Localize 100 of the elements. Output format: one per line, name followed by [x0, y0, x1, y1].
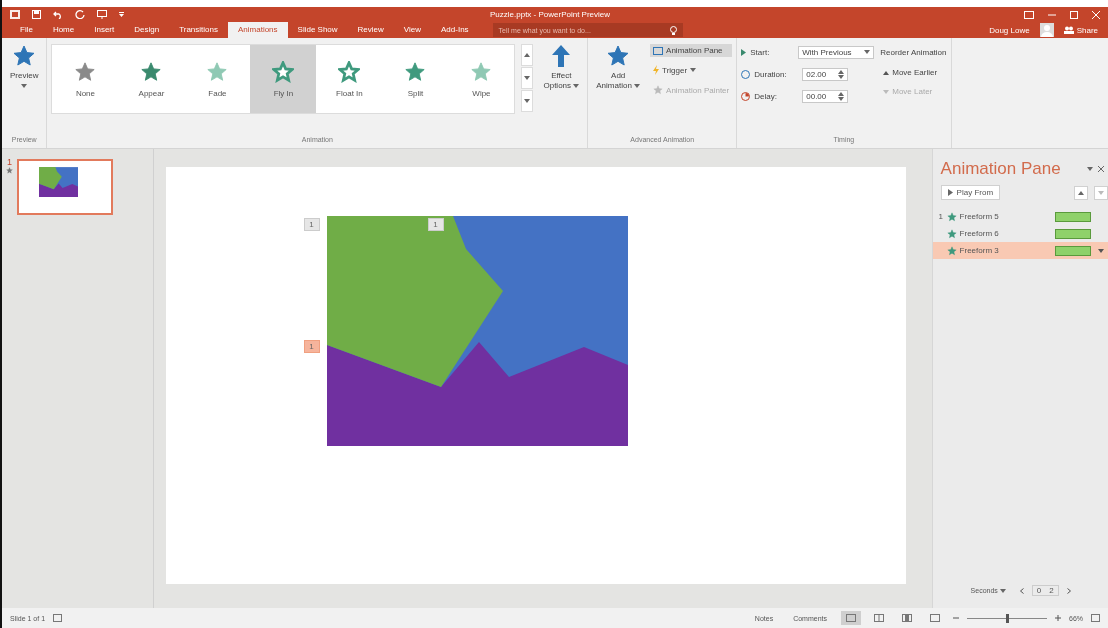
app-logo-icon[interactable] [10, 10, 20, 19]
animation-tag[interactable]: 1 [303, 340, 320, 353]
ribbon-tab[interactable]: Home [42, 22, 85, 38]
customize-icon[interactable] [119, 12, 124, 17]
trigger-button[interactable]: Trigger [650, 63, 733, 77]
reorder-label: Reorder Animation [880, 46, 947, 59]
delay-label: Delay: [754, 91, 778, 101]
view-icon [902, 614, 912, 622]
animation-option[interactable]: Fly In [250, 45, 317, 113]
more-button[interactable] [521, 90, 534, 112]
animation-option[interactable]: None [52, 45, 119, 113]
duration-label: Duration: [754, 69, 788, 79]
puzzle-thumbnail-drawing [39, 167, 78, 197]
star-icon [272, 60, 295, 83]
spellcheck-icon[interactable] [53, 614, 63, 622]
animation-tag[interactable]: 1 [303, 218, 320, 231]
caret-icon [1087, 167, 1093, 171]
ribbon-tab[interactable]: View [393, 22, 432, 38]
caret-icon [864, 50, 871, 54]
view-icon [930, 614, 940, 622]
view-icon [846, 614, 856, 622]
effect-options-button[interactable]: Effect Options [539, 40, 584, 95]
star-icon [946, 211, 957, 222]
ribbon-tab[interactable]: Review [347, 22, 394, 38]
caret-icon [1078, 190, 1084, 195]
caret-icon [999, 589, 1006, 593]
order-number: 1 [938, 212, 944, 221]
caret-icon [634, 83, 641, 88]
view-icon [874, 614, 884, 622]
maximize-icon[interactable] [1070, 10, 1078, 19]
ribbon-tab[interactable]: File [10, 22, 43, 38]
play-from-button[interactable]: Play From [940, 185, 1001, 200]
play-icon [741, 48, 747, 56]
timing-bar[interactable] [1055, 228, 1091, 239]
move-up-button[interactable] [1074, 185, 1088, 200]
animation-option[interactable]: Split [382, 45, 449, 113]
save-icon[interactable] [32, 10, 41, 19]
chevron-left-icon[interactable] [1019, 587, 1024, 594]
pane-icon [653, 46, 664, 55]
start-dropdown[interactable]: With Previous [798, 45, 875, 59]
animation-list-item[interactable]: 1 Freeform 5 [932, 208, 1108, 225]
star-brush-icon [653, 85, 664, 95]
duration-field[interactable]: 02.00 [802, 67, 849, 81]
ribbon-display-icon[interactable] [1024, 10, 1034, 19]
slide-thumbnail[interactable] [17, 159, 113, 215]
presentation-icon[interactable] [97, 10, 107, 19]
star-icon [470, 60, 493, 83]
delay-clock-icon [741, 91, 751, 101]
share-button[interactable]: Share [1063, 25, 1098, 35]
caret-icon [524, 76, 531, 80]
animation-list-item[interactable]: Freeform 6 [932, 225, 1108, 242]
zoom-thumb[interactable] [1006, 613, 1009, 623]
ribbon-tab[interactable]: Add-Ins [431, 22, 479, 38]
avatar-icon[interactable] [1039, 23, 1054, 37]
animation-option[interactable]: Fade [184, 45, 251, 113]
star-icon [338, 60, 361, 83]
caret-icon [1098, 248, 1104, 253]
caret-icon [1098, 190, 1104, 195]
animation-list-item[interactable]: Freeform 3 [932, 242, 1108, 259]
undo-icon[interactable] [53, 10, 63, 19]
user-name[interactable]: Doug Lowe [989, 25, 1030, 35]
animation-option[interactable]: Appear [118, 45, 185, 113]
add-animation-button[interactable]: Add Animation [592, 40, 645, 95]
caret-icon [883, 70, 890, 75]
view-button[interactable] [841, 611, 861, 625]
star-icon [404, 60, 427, 83]
star-icon [206, 60, 229, 83]
preview-button[interactable]: Preview [6, 40, 43, 92]
chevron-right-icon[interactable] [1066, 587, 1071, 594]
play-icon [947, 189, 953, 196]
animation-option[interactable]: Float In [316, 45, 383, 113]
star-icon [946, 228, 957, 239]
animation-pane-button[interactable]: Animation Pane [650, 44, 733, 57]
window-title: Puzzle.pptx - PowerPoint Preview [490, 10, 612, 19]
ribbon-tab[interactable]: Animations [228, 22, 288, 38]
lightbulb-icon [669, 25, 677, 35]
caret-icon [524, 53, 531, 57]
pane-title: Animation Pane [940, 159, 1061, 179]
ribbon-tab[interactable]: Slide Show [287, 22, 348, 38]
star-icon [74, 60, 97, 83]
caret-icon [573, 83, 580, 88]
scroll-up-button[interactable] [521, 44, 534, 66]
start-label: Start: [750, 47, 771, 57]
clock-icon [741, 69, 751, 79]
redo-icon[interactable] [75, 10, 85, 19]
timing-bar[interactable] [1055, 211, 1091, 222]
timeline-scale: 0 2 [1031, 585, 1059, 596]
close-icon[interactable] [1098, 166, 1104, 172]
zoom-in-icon[interactable] [1055, 615, 1061, 621]
fit-slide-icon[interactable] [1091, 614, 1100, 622]
delay-field[interactable]: 00.00 [802, 89, 849, 103]
lightning-icon [653, 65, 660, 75]
move-earlier-button[interactable]: Move Earlier [880, 66, 947, 79]
slide-number: 1 [7, 157, 12, 167]
animation-option[interactable]: Wipe [448, 45, 515, 113]
ribbon-tab[interactable]: Insert [84, 22, 125, 38]
ribbon-tab[interactable]: Transitions [169, 22, 228, 38]
people-icon [1063, 26, 1074, 34]
scroll-down-button[interactable] [521, 67, 534, 89]
ribbon-tab[interactable]: Design [124, 22, 170, 38]
